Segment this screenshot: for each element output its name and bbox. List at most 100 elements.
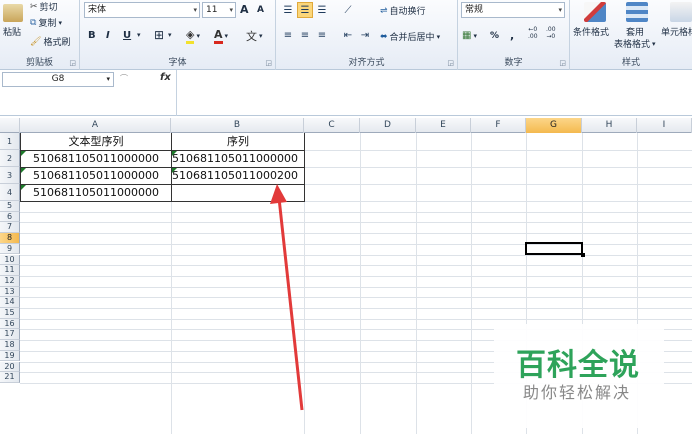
font-launcher-icon[interactable]: ◲ [265, 59, 272, 67]
merge-center-label: 合并后居中 [389, 33, 435, 43]
styles-group: 条件格式 套用 表格格式 ▾ 单元格样 样式 [570, 0, 692, 70]
font-name-value: 宋体 [88, 5, 107, 15]
currency-icon: ▦ [462, 30, 472, 41]
wrap-text-label: 自动换行 [389, 7, 426, 17]
format-as-table-icon[interactable] [626, 2, 648, 22]
wrap-text-button[interactable]: ⇌ 自动换行 [380, 4, 426, 18]
chevron-down-icon: ▾ [193, 6, 197, 14]
formula-bar-separator [176, 70, 177, 116]
ribbon: 粘贴 ✂ 剪切 ⧉ 复制 ▾ 🖌 格式刷 剪贴板 ◲ 宋体 ▾ 11 ▾ A A… [0, 0, 692, 70]
chevron-down-icon: ▾ [558, 6, 562, 14]
chevron-down-icon: ▾ [224, 32, 229, 40]
font-name-combo[interactable]: 宋体 ▾ [84, 2, 200, 18]
align-center-icon[interactable]: ≡ [297, 27, 313, 43]
wrap-text-icon: ⇌ [380, 5, 388, 16]
merge-icon: ⬌ [380, 31, 388, 42]
font-group: 宋体 ▾ 11 ▾ A A B I U ▾ ⊞ ▾ ◈ ▾ A ▾ 文 ▾ 字体… [80, 0, 276, 70]
font-size-value: 11 [206, 5, 218, 15]
clipboard-group: 粘贴 ✂ 剪切 ⧉ 复制 ▾ 🖌 格式刷 剪贴板 ◲ [0, 0, 80, 70]
decrease-decimal-icon: →0 [546, 33, 556, 40]
copy-label: 复制 [38, 19, 57, 29]
paste-icon[interactable] [3, 4, 23, 22]
chevron-down-icon: ▾ [259, 32, 263, 40]
chevron-down-icon: ▾ [229, 6, 233, 14]
insert-function-button[interactable]: fx [160, 72, 171, 83]
alignment-group-label: 对齐方式 [348, 58, 385, 68]
styles-group-label: 样式 [621, 58, 640, 68]
paste-button[interactable]: 粘贴 [3, 25, 21, 38]
watermark-subtitle: 助你轻松解决 [523, 383, 632, 402]
comma-button[interactable]: , [510, 29, 514, 42]
name-box[interactable]: G8 ▾ [2, 72, 114, 87]
chevron-down-icon: ▾ [652, 39, 656, 48]
number-launcher-icon[interactable]: ◲ [559, 59, 566, 67]
grow-font-button[interactable]: A [240, 3, 249, 16]
italic-button[interactable]: I [106, 30, 110, 41]
arrow-head [270, 184, 287, 204]
percent-button[interactable]: % [490, 31, 499, 41]
orientation-icon[interactable]: ⟋ [340, 2, 356, 18]
name-box-value: G8 [51, 74, 65, 84]
cut-label: 剪切 [39, 3, 58, 13]
shrink-font-button[interactable]: A [257, 5, 264, 15]
format-as-table-label-2: 表格格式 [614, 40, 651, 50]
borders-icon[interactable]: ⊞ [154, 28, 164, 42]
number-group-label: 数字 [504, 58, 523, 68]
copy-button[interactable]: ⧉ 复制 ▾ [30, 16, 62, 30]
clipboard-group-label: 剪贴板 [25, 58, 53, 68]
increase-indent-icon[interactable]: ⇥ [357, 27, 373, 43]
cell-styles-button[interactable]: 单元格样 [661, 25, 692, 38]
align-left-icon[interactable]: ≡ [280, 27, 296, 43]
phonetic-button[interactable]: 文 ▾ [246, 28, 263, 44]
number-format-combo[interactable]: 常规 ▾ [461, 2, 565, 18]
font-color-button[interactable]: A ▾ [214, 28, 228, 44]
phonetic-icon: 文 [246, 30, 257, 43]
fill-color-button[interactable]: ◈ ▾ [186, 28, 200, 44]
number-group: 常规 ▾ ▦ ▾ % , ←0 .00 .00 →0 数字 ◲ [458, 0, 570, 70]
increase-decimal-icon: ←0 [528, 26, 538, 33]
chevron-down-icon[interactable]: ▾ [137, 31, 141, 39]
align-bottom-icon[interactable]: ☰ [314, 2, 330, 18]
conditional-format-button[interactable]: 条件格式 [573, 25, 609, 38]
font-group-label: 字体 [168, 58, 187, 68]
watermark-title: 百科全说 [516, 348, 640, 383]
align-top-icon[interactable]: ☰ [280, 2, 296, 18]
alignment-launcher-icon[interactable]: ◲ [447, 59, 454, 67]
copy-icon: ⧉ [30, 17, 37, 28]
chevron-down-icon: ▾ [106, 75, 110, 83]
conditional-format-icon[interactable] [584, 2, 606, 22]
chevron-down-icon: ▾ [196, 32, 200, 40]
decrease-decimal-label: .00 [546, 26, 556, 33]
chevron-down-icon[interactable]: ▾ [168, 31, 172, 39]
scissors-icon: ✂ [30, 1, 38, 12]
clipboard-launcher-icon[interactable]: ◲ [69, 59, 76, 67]
accounting-format-button[interactable]: ▦ ▾ [462, 30, 477, 41]
arrow-shaft [277, 197, 304, 411]
decrease-indent-icon[interactable]: ⇤ [340, 27, 356, 43]
merge-center-button[interactable]: ⬌ 合并后居中 ▾ [380, 30, 441, 44]
paint-bucket-icon: ◈ [186, 28, 195, 44]
chevron-down-icon: ▾ [436, 32, 441, 41]
brush-icon: 🖌 [30, 36, 42, 47]
font-color-icon: A [214, 28, 223, 44]
increase-decimal-button[interactable]: ←0 .00 [528, 26, 538, 40]
format-as-table-button[interactable]: 表格格式 ▾ [614, 37, 656, 51]
font-size-combo[interactable]: 11 ▾ [202, 2, 236, 18]
chevron-down-icon: ▾ [473, 31, 477, 40]
format-painter-button[interactable]: 🖌 格式刷 [30, 35, 71, 49]
alignment-group: ☰ ☰ ☰ ⟋ ⇌ 自动换行 ≡ ≡ ≡ ⇤ ⇥ ⬌ 合并后居中 ▾ 对齐方式 … [276, 0, 458, 70]
decrease-decimal-button[interactable]: .00 →0 [546, 26, 556, 40]
chevron-down-icon: ▾ [58, 18, 62, 27]
formula-input[interactable] [180, 72, 688, 112]
increase-decimal-label: .00 [528, 33, 538, 40]
align-right-icon[interactable]: ≡ [314, 27, 330, 43]
underline-button[interactable]: U [123, 30, 131, 41]
format-painter-label: 格式刷 [43, 38, 71, 48]
formula-bar: G8 ▾ ⌒ fx [0, 70, 692, 116]
bold-button[interactable]: B [88, 30, 96, 41]
formula-bar-resize-handle[interactable]: ⌒ [120, 73, 128, 84]
align-middle-icon[interactable]: ☰ [297, 2, 313, 18]
cut-button[interactable]: ✂ 剪切 [30, 0, 58, 14]
cell-styles-icon[interactable] [670, 2, 692, 22]
number-format-value: 常规 [465, 5, 484, 15]
